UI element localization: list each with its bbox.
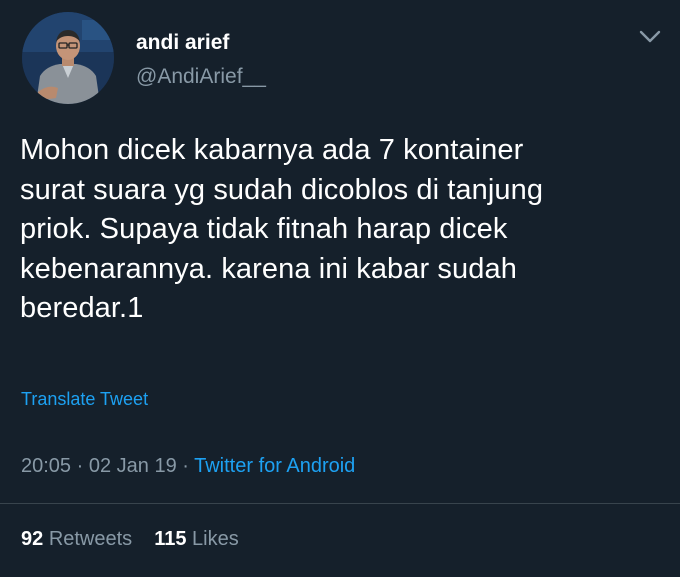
retweets-stat[interactable]: 92 Retweets: [21, 528, 132, 550]
divider: [0, 503, 680, 504]
tweet-text-line: surat suara yg sudah dicoblos di tanjung: [20, 173, 544, 206]
likes-stat[interactable]: 115 Likes: [154, 528, 239, 550]
tweet-text: Mohon dicek kabarnya ada 7 kontainer sur…: [20, 131, 660, 329]
meta-separator: ·: [176, 455, 195, 477]
tweet-stats: 92 Retweets 115 Likes: [21, 526, 239, 552]
chevron-down-icon[interactable]: [634, 22, 666, 50]
profile-photo: [22, 12, 114, 104]
retweets-count: 92: [21, 528, 44, 550]
tweet-text-line: priok. Supaya tidak fitnah harap dicek: [20, 213, 508, 245]
meta-separator: ·: [71, 455, 89, 477]
likes-count: 115: [154, 528, 187, 550]
likes-label: Likes: [192, 528, 239, 550]
tweet-text-line: kebenarannya. karena ini kabar sudah: [20, 252, 517, 285]
user-display-name[interactable]: andi arief: [136, 30, 229, 56]
tweet-meta: 20:05 · 02 Jan 19 · Twitter for Android: [21, 453, 355, 479]
tweet-date: 02 Jan 19: [88, 455, 177, 477]
tweet-source-link[interactable]: Twitter for Android: [194, 455, 355, 477]
tweet-text-line: Mohon dicek kabarnya ada 7 kontainer: [20, 134, 524, 166]
translate-tweet-link[interactable]: Translate Tweet: [21, 388, 148, 410]
tweet-text-line: beredar.1: [20, 292, 144, 324]
retweets-label: Retweets: [48, 528, 133, 550]
tweet-time: 20:05: [21, 455, 72, 477]
user-handle[interactable]: @AndiArief__: [136, 64, 266, 90]
avatar[interactable]: [22, 12, 114, 104]
